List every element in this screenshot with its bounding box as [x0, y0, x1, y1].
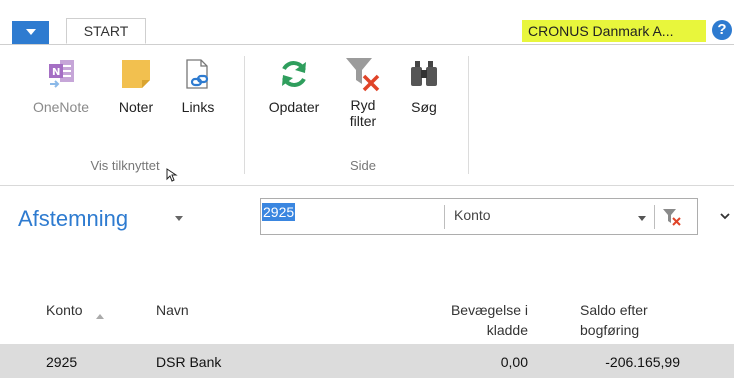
sog-label: Søg — [411, 99, 437, 115]
tab-start[interactable]: START — [66, 18, 146, 44]
onenote-icon: N — [49, 60, 74, 88]
cell-konto[interactable]: 2925 — [46, 352, 77, 372]
help-icon[interactable]: ? — [712, 20, 732, 40]
clear-filter-icon[interactable] — [662, 207, 682, 227]
chevron-down-icon[interactable] — [175, 216, 183, 221]
column-header-bevaegelse-line2: kladde — [486, 322, 528, 338]
opdater-button[interactable]: Opdater — [258, 58, 330, 115]
ryd-label-line1: Ryd — [350, 97, 376, 113]
onenote-label: OneNote — [32, 99, 90, 115]
cell-bevaegelse[interactable]: 0,00 — [418, 352, 528, 372]
ryd-filter-button[interactable]: Ryd filter — [338, 56, 388, 129]
noter-button[interactable]: Noter — [108, 58, 164, 115]
ribbon-separator — [244, 56, 245, 174]
group-label-side: Side — [349, 158, 377, 173]
clear-filter-icon — [346, 58, 380, 92]
column-header-bevaegelse-line1: Bevægelse i — [450, 302, 528, 318]
column-header-bevaegelse[interactable]: Bevægelse i kladde — [418, 300, 528, 340]
binoculars-icon — [411, 61, 437, 86]
link-icon — [186, 59, 209, 89]
column-header-navn[interactable]: Navn — [156, 300, 189, 320]
cell-saldo[interactable]: -206.165,99 — [580, 352, 680, 372]
chevron-down-icon[interactable] — [638, 216, 646, 221]
chevron-down-icon[interactable] — [720, 211, 730, 221]
ryd-label-line2: filter — [349, 113, 377, 129]
page-title[interactable]: Afstemning — [18, 206, 128, 232]
opdater-label: Opdater — [268, 99, 320, 115]
links-label: Links — [181, 99, 215, 115]
search-divider — [444, 205, 445, 229]
application-menu-button[interactable] — [12, 21, 49, 44]
noter-label: Noter — [118, 99, 154, 115]
sort-ascending-icon — [96, 314, 104, 319]
links-button[interactable]: Links — [174, 58, 222, 115]
chevron-down-icon — [26, 29, 36, 35]
filter-divider — [654, 205, 655, 229]
ribbon-separator — [468, 56, 469, 174]
column-header-konto[interactable]: Konto — [46, 300, 83, 320]
search-input[interactable]: 2925 — [262, 203, 296, 221]
note-icon — [122, 60, 150, 88]
cell-navn[interactable]: DSR Bank — [156, 352, 221, 372]
column-header-saldo-line2: bogføring — [580, 322, 640, 338]
sog-button[interactable]: Søg — [400, 58, 448, 115]
column-header-saldo-line1: Saldo efter — [580, 302, 648, 318]
svg-text:N: N — [52, 67, 60, 78]
filter-field-select[interactable]: Konto — [454, 207, 491, 223]
refresh-icon — [282, 61, 306, 87]
company-name[interactable]: CRONUS Danmark A... — [522, 20, 706, 42]
column-header-saldo[interactable]: Saldo efter bogføring — [580, 300, 680, 340]
onenote-button[interactable]: N OneNote — [22, 58, 100, 115]
mouse-cursor-icon — [166, 168, 178, 182]
